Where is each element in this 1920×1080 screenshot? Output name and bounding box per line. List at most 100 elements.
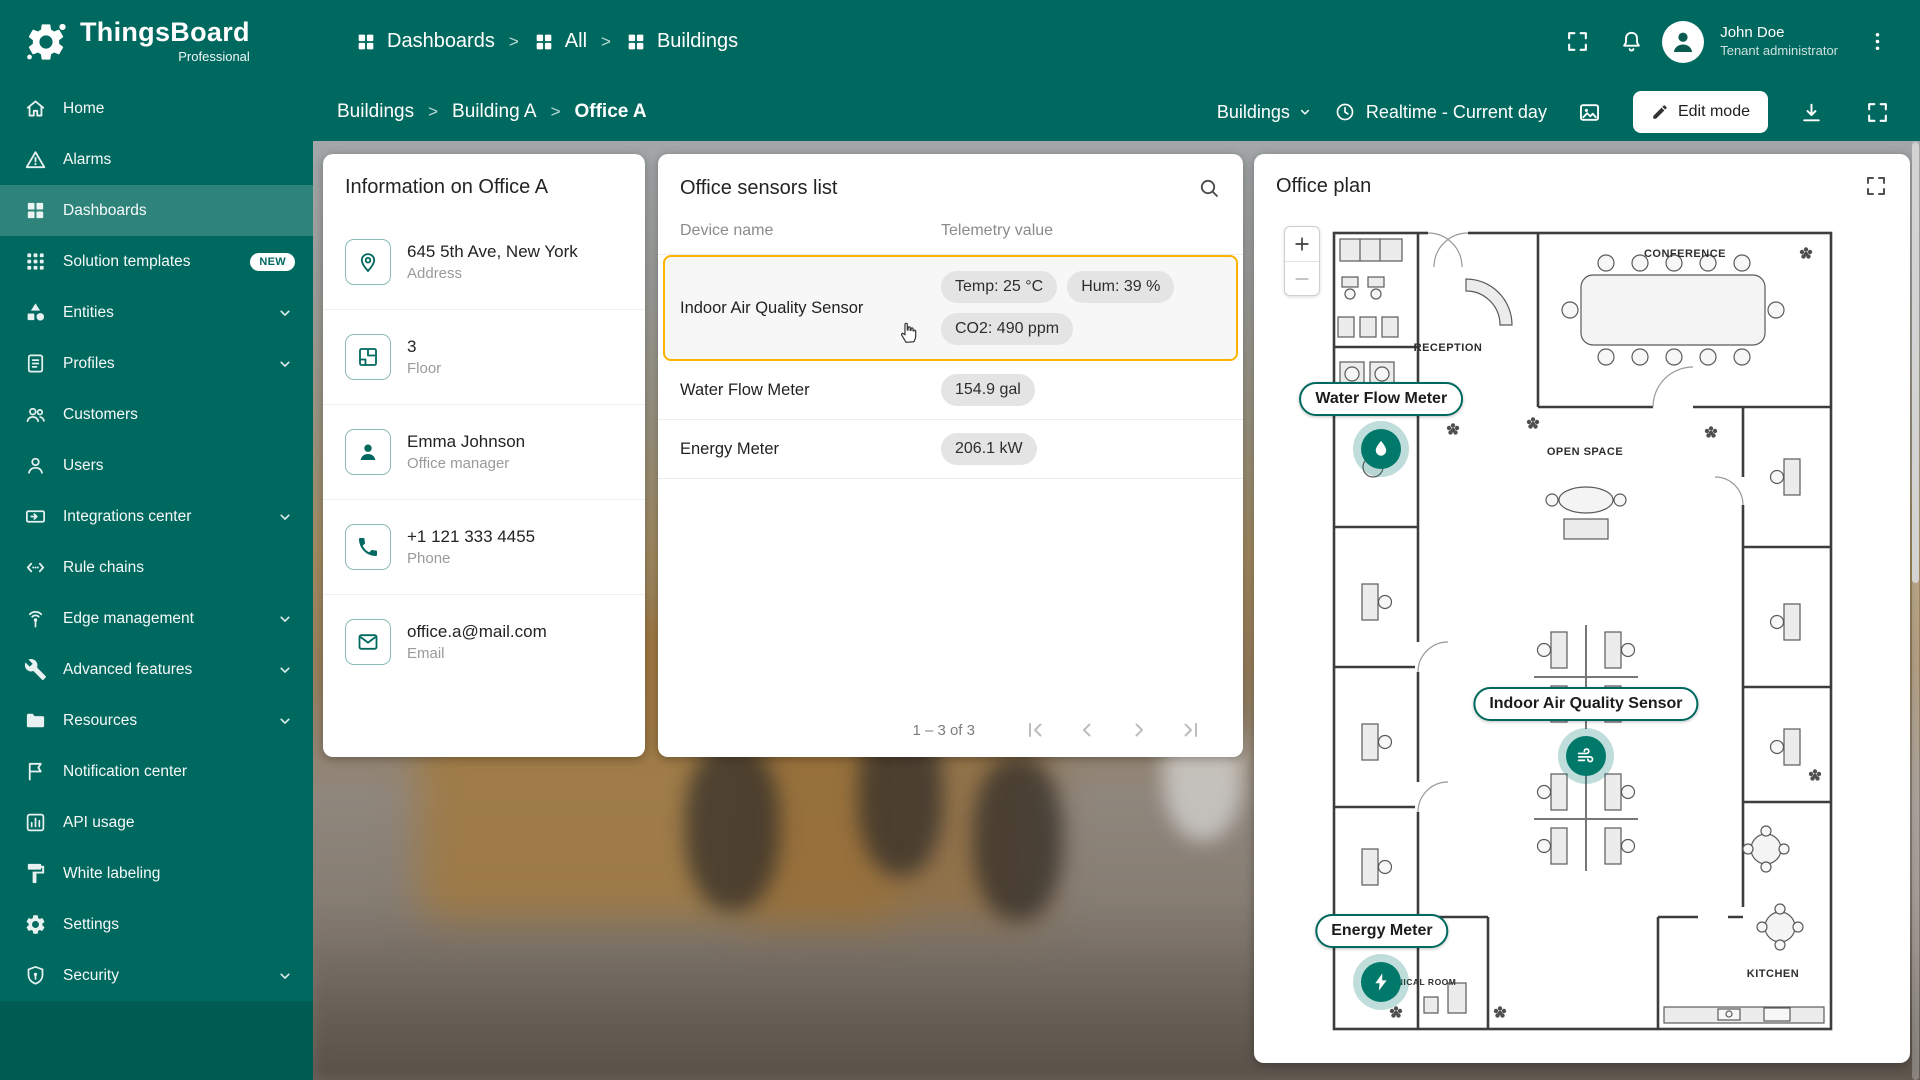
first-page-icon[interactable] bbox=[1023, 718, 1047, 742]
state-building-a[interactable]: Building A bbox=[452, 101, 537, 123]
chevron-down-icon bbox=[1296, 103, 1314, 121]
sidebar-item-resources[interactable]: Resources bbox=[0, 695, 313, 746]
timewindow-value: Realtime - Current day bbox=[1366, 102, 1547, 123]
indoor-air-quality-marker[interactable] bbox=[1558, 728, 1614, 784]
zoom-in-button[interactable] bbox=[1285, 227, 1319, 261]
sensors-list-card: Office sensors list Device name Telemetr… bbox=[658, 154, 1243, 757]
plan-label-energy-meter[interactable]: Energy Meter bbox=[1315, 914, 1448, 948]
customers-icon bbox=[24, 403, 47, 426]
user-avatar[interactable] bbox=[1662, 21, 1704, 63]
phone-value: +1 121 333 4455 bbox=[407, 527, 535, 547]
marker-circle bbox=[1361, 962, 1401, 1002]
edge-antenna-icon bbox=[24, 607, 47, 630]
manager-value: Emma Johnson bbox=[407, 432, 525, 452]
export-dashboard-button[interactable] bbox=[1788, 89, 1834, 135]
background-chair-shape bbox=[973, 756, 1063, 921]
sidebar-item-customers[interactable]: Customers bbox=[0, 389, 313, 440]
dashboards-icon bbox=[625, 31, 647, 53]
telemetry-chips: 206.1 kW bbox=[941, 433, 1221, 465]
background-image-button[interactable] bbox=[1567, 89, 1613, 135]
chevron-down-icon bbox=[275, 966, 295, 986]
user-menu-button[interactable] bbox=[1854, 19, 1900, 65]
sidebar-item-label: Advanced features bbox=[63, 661, 259, 679]
sidebar-item-label: Customers bbox=[63, 406, 295, 424]
shield-icon bbox=[24, 964, 47, 987]
breadcrumb-separator: > bbox=[428, 102, 438, 122]
chevron-down-icon bbox=[275, 711, 295, 731]
table-row-water-flow-meter[interactable]: Water Flow Meter 154.9 gal bbox=[658, 361, 1243, 420]
sidebar-item-security[interactable]: Security bbox=[0, 950, 313, 1001]
email-icon bbox=[356, 630, 380, 654]
sidebar-item-white-labeling[interactable]: White labeling bbox=[0, 848, 313, 899]
water-flow-meter-marker[interactable] bbox=[1353, 421, 1409, 477]
breadcrumb-buildings[interactable]: Buildings bbox=[625, 30, 738, 53]
sidebar-item-solution-templates[interactable]: Solution templates NEW bbox=[0, 236, 313, 287]
sidebar-item-users[interactable]: Users bbox=[0, 440, 313, 491]
sidebar-item-alarms[interactable]: Alarms bbox=[0, 134, 313, 185]
image-icon bbox=[1577, 100, 1602, 125]
search-icon[interactable] bbox=[1197, 176, 1221, 200]
fullscreen-icon[interactable] bbox=[1864, 174, 1888, 198]
sidebar-item-rule-chains[interactable]: Rule chains bbox=[0, 542, 313, 593]
fullscreen-button[interactable] bbox=[1554, 19, 1600, 65]
device-name: Water Flow Meter bbox=[680, 381, 941, 400]
entity-select-value: Buildings bbox=[1217, 102, 1290, 123]
timewindow-button[interactable]: Realtime - Current day bbox=[1334, 101, 1547, 123]
scrollbar-thumb[interactable] bbox=[1912, 143, 1919, 583]
pagination: 1 – 3 of 3 bbox=[658, 703, 1243, 757]
zoom-out-button[interactable] bbox=[1285, 261, 1319, 295]
email-value: office.a@mail.com bbox=[407, 622, 547, 642]
sidebar-item-label: Alarms bbox=[63, 151, 295, 169]
telemetry-chip-temp: Temp: 25 °C bbox=[941, 271, 1057, 303]
sidebar-item-home[interactable]: Home bbox=[0, 83, 313, 134]
telemetry-chips: 154.9 gal bbox=[941, 374, 1221, 406]
chevron-down-icon bbox=[275, 660, 295, 680]
state-buildings[interactable]: Buildings bbox=[337, 101, 414, 123]
sidebar-item-notification-center[interactable]: Notification center bbox=[0, 746, 313, 797]
app-logo[interactable]: ThingsBoard Professional bbox=[0, 0, 313, 83]
sidebar-item-entities[interactable]: Entities bbox=[0, 287, 313, 338]
sidebar-item-profiles[interactable]: Profiles bbox=[0, 338, 313, 389]
dashboards-icon bbox=[24, 199, 47, 222]
sidebar-item-settings[interactable]: Settings bbox=[0, 899, 313, 950]
telemetry-chips: Temp: 25 °C Hum: 39 % CO2: 490 ppm bbox=[941, 271, 1221, 345]
energy-meter-marker[interactable] bbox=[1353, 954, 1409, 1010]
sidebar-item-advanced-features[interactable]: Advanced features bbox=[0, 644, 313, 695]
info-card-title: Information on Office A bbox=[345, 176, 623, 199]
plan-label-indoor-air-quality-sensor[interactable]: Indoor Air Quality Sensor bbox=[1473, 687, 1698, 721]
breadcrumb-separator: > bbox=[509, 32, 519, 52]
sidebar-item-edge-management[interactable]: Edge management bbox=[0, 593, 313, 644]
entity-select-dropdown[interactable]: Buildings bbox=[1217, 102, 1314, 123]
info-row-email: office.a@mail.com Email bbox=[323, 595, 645, 689]
info-card-office-a: Information on Office A 645 5th Ave, New… bbox=[323, 154, 645, 757]
dashboard-fullscreen-button[interactable] bbox=[1854, 89, 1900, 135]
table-row-energy-meter[interactable]: Energy Meter 206.1 kW bbox=[658, 420, 1243, 479]
last-page-icon[interactable] bbox=[1179, 718, 1203, 742]
notifications-button[interactable] bbox=[1608, 19, 1654, 65]
edit-mode-button[interactable]: Edit mode bbox=[1633, 91, 1768, 133]
rule-chains-icon bbox=[24, 556, 47, 579]
table-row-indoor-air-quality-sensor[interactable]: Indoor Air Quality Sensor Temp: 25 °C Hu… bbox=[663, 255, 1238, 361]
next-page-icon[interactable] bbox=[1127, 718, 1151, 742]
sidebar-item-integrations-center[interactable]: Integrations center bbox=[0, 491, 313, 542]
user-name: John Doe bbox=[1720, 23, 1838, 43]
folder-icon bbox=[24, 709, 47, 732]
bell-icon bbox=[1619, 29, 1644, 54]
previous-page-icon[interactable] bbox=[1075, 718, 1099, 742]
location-iconbox bbox=[345, 239, 391, 285]
address-value: 645 5th Ave, New York bbox=[407, 242, 578, 262]
breadcrumb-dashboards[interactable]: Dashboards bbox=[355, 30, 495, 53]
sidebar-item-api-usage[interactable]: API usage bbox=[0, 797, 313, 848]
sidebar-item-label: Solution templates bbox=[63, 253, 234, 271]
sidebar-footer bbox=[0, 1001, 313, 1080]
room-label-open-space: OPEN SPACE bbox=[1547, 446, 1623, 458]
state-office-a: Office A bbox=[575, 101, 647, 123]
download-icon bbox=[1799, 100, 1824, 125]
sidebar-item-label: API usage bbox=[63, 814, 295, 832]
sensors-table-header: Device name Telemetry value bbox=[658, 212, 1243, 255]
content-scrollbar[interactable] bbox=[1912, 141, 1919, 1080]
breadcrumb-all[interactable]: All bbox=[533, 30, 587, 53]
plan-label-water-flow-meter[interactable]: Water Flow Meter bbox=[1299, 382, 1463, 416]
sidebar-item-dashboards[interactable]: Dashboards bbox=[0, 185, 313, 236]
breadcrumb-label: Buildings bbox=[657, 30, 738, 53]
